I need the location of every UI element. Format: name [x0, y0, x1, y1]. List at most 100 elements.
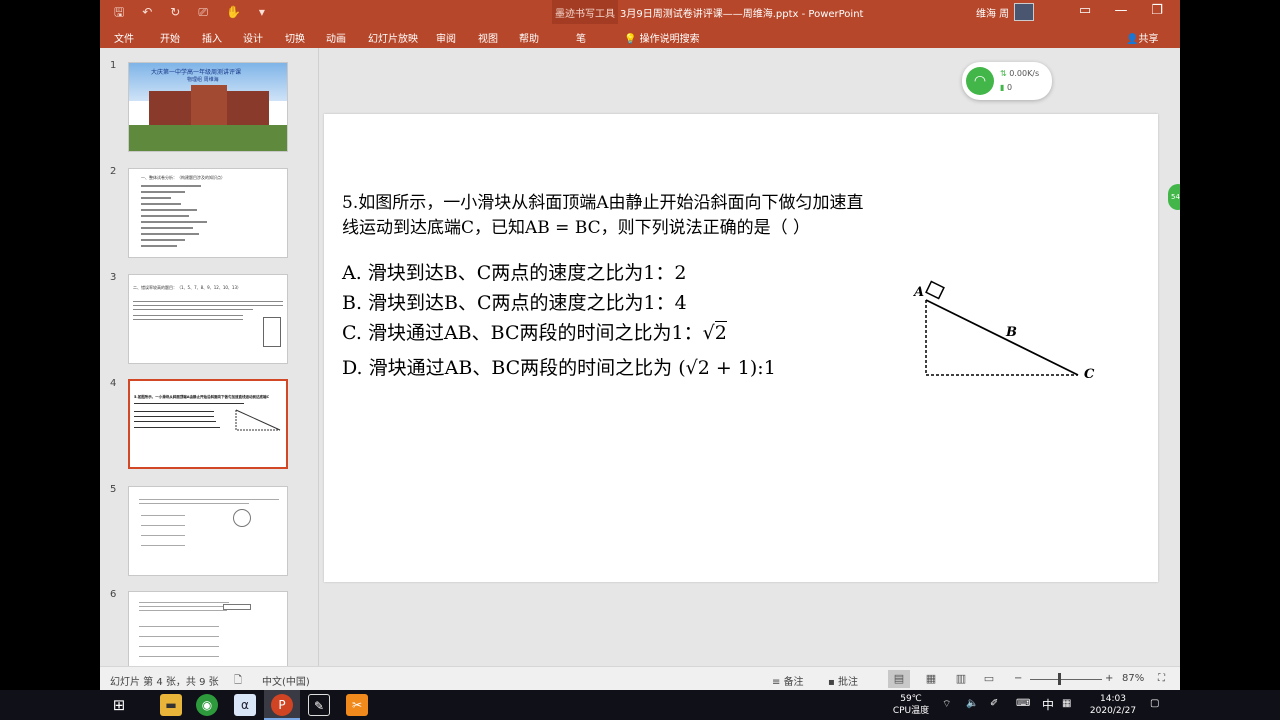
- slide-number: 1: [110, 60, 117, 71]
- thumb-title: 大庆第一中学高一年级周测讲评课: [151, 69, 242, 76]
- notes-button[interactable]: ≡ 备注: [772, 673, 804, 688]
- ribbon-tabs: 文件 开始 插入 设计 切换 动画 幻灯片放映 审阅 视图 帮助 笔 💡 操作说…: [100, 24, 1180, 48]
- comment-icon: ▪: [828, 677, 838, 688]
- tab-file[interactable]: 文件: [114, 30, 134, 45]
- lightbulb-icon: 💡: [624, 34, 640, 45]
- fit-to-window-icon[interactable]: ⛶: [1158, 673, 1165, 684]
- formula-d: (√2 + 1):1: [678, 357, 776, 379]
- tab-help[interactable]: 帮助: [519, 30, 539, 45]
- powerpoint-icon[interactable]: P: [271, 694, 293, 716]
- option-a: A. 滑块到达B、C两点的速度之比为1：2: [342, 262, 687, 284]
- tab-pen[interactable]: 笔: [576, 30, 586, 45]
- tab-design[interactable]: 设计: [243, 30, 263, 45]
- quick-access-toolbar: 🖫 ↶ ↻ ⎚ ✋ ▾: [114, 4, 265, 20]
- reading-view-icon[interactable]: ▥: [950, 670, 972, 688]
- pen-icon[interactable]: ✐: [990, 698, 998, 709]
- thumb-subtitle: 物理组 周维海: [187, 77, 219, 83]
- slide-number: 3: [110, 272, 117, 283]
- thumbnail-pane[interactable]: 1 大庆第一中学高一年级周测讲评课 物理组 周维海 2 一、整体试卷分析：（构建…: [100, 48, 318, 681]
- normal-view-icon[interactable]: ▤: [888, 670, 910, 688]
- context-tab-title: 墨迹书写工具: [555, 9, 615, 20]
- tool-app-icon[interactable]: ✂: [346, 694, 368, 716]
- document-title: 3月9日周测试卷讲评课——周维海.pptx - PowerPoint: [620, 9, 864, 20]
- powerpoint-window: 🖫 ↶ ↻ ⎚ ✋ ▾ 墨迹书写工具 3月9日周测试卷讲评课——周维海.pptx…: [100, 0, 1180, 690]
- cpu-temp[interactable]: 59℃ CPU温度: [888, 693, 934, 717]
- geometry-app-icon[interactable]: α: [234, 694, 256, 716]
- tab-slideshow[interactable]: 幻灯片放映: [368, 30, 418, 45]
- sqrt-radicand: 2: [714, 321, 727, 344]
- user-name[interactable]: 维海 周: [976, 5, 1009, 20]
- upload-speed: ⇅ 0.00K/s: [1000, 69, 1040, 78]
- comments-button[interactable]: ▪ 批注: [828, 673, 858, 688]
- tell-me-search[interactable]: 💡 操作说明搜索: [624, 30, 700, 45]
- thumb-heading: 一、整体试卷分析：（构建题目涉及的知识点）: [141, 175, 225, 180]
- label-b: B: [1005, 325, 1017, 340]
- tab-transitions[interactable]: 切换: [285, 30, 305, 45]
- tab-animations[interactable]: 动画: [326, 30, 346, 45]
- option-c: C. 滑块通过AB、BC两段的时间之比为1：√2: [342, 321, 727, 344]
- side-float-tab[interactable]: 54: [1168, 184, 1180, 210]
- slide-thumbnail-4-selected[interactable]: 5.如图所示，一小滑块从斜面顶端A由静止开始沿斜面向下做匀加速直线运动到达底端C: [128, 379, 288, 469]
- avatar[interactable]: [1014, 3, 1034, 21]
- question-line-1: 5.如图所示，一小滑块从斜面顶端A由静止开始沿斜面向下做匀加速直: [342, 193, 864, 213]
- pane-splitter[interactable]: [318, 48, 319, 666]
- label-a: A: [912, 285, 924, 300]
- minimize-button[interactable]: —: [1114, 3, 1128, 18]
- language-status[interactable]: 中文(中国): [262, 673, 310, 688]
- volume-icon[interactable]: 🔈: [966, 698, 978, 709]
- tab-view[interactable]: 视图: [478, 30, 498, 45]
- zoom-out-button[interactable]: −: [1014, 673, 1022, 684]
- tab-insert[interactable]: 插入: [202, 30, 222, 45]
- maximize-button[interactable]: ❐: [1150, 3, 1164, 18]
- zoom-slider-handle[interactable]: [1058, 673, 1061, 685]
- taskbar: ⊞ ▬ ◉ α P ✎ ✂ 59℃ CPU温度 ⌔ 🔈 ✐ ⌨ 中 ▦ 14:03…: [0, 690, 1280, 720]
- slide-counter: 幻灯片 第 4 张，共 9 张: [110, 677, 219, 688]
- sqrt-symbol: √: [702, 322, 715, 344]
- zoom-level[interactable]: 87%: [1122, 673, 1144, 684]
- notes-icon: ≡: [772, 677, 784, 688]
- wifi-icon: ◠: [966, 67, 994, 95]
- ime-grid-icon[interactable]: ▦: [1062, 698, 1071, 709]
- zoom-slider-track[interactable]: [1030, 679, 1102, 680]
- window-controls: ▭ — ❐ ✕: [1078, 3, 1180, 18]
- slide-number: 6: [110, 589, 117, 600]
- ime-indicator[interactable]: 中: [1042, 696, 1054, 713]
- network-speed-widget[interactable]: ◠ ⇅ 0.00K/s ▮ 0: [962, 62, 1052, 100]
- slide-thumbnail-1[interactable]: 大庆第一中学高一年级周测讲评课 物理组 周维海: [128, 62, 288, 152]
- undo-icon[interactable]: ↶: [142, 4, 152, 20]
- customize-qat-icon[interactable]: ▾: [259, 4, 265, 20]
- status-bar: 幻灯片 第 4 张，共 9 张 🗋 中文(中国) ≡ 备注 ▪ 批注 ▤ ▦ ▥…: [100, 666, 1180, 690]
- ink-app-icon[interactable]: ✎: [308, 694, 330, 716]
- slide-number: 2: [110, 166, 117, 177]
- option-b: B. 滑块到达B、C两点的速度之比为1：4: [342, 292, 687, 314]
- slide-thumbnail-3[interactable]: 二、错误率较高的题目：（1、5、7、8、9、12、10、13）: [128, 274, 288, 364]
- touch-mode-icon[interactable]: ✋: [226, 4, 241, 20]
- slide-thumbnail-5[interactable]: [128, 486, 288, 576]
- windows-start-icon[interactable]: ⊞: [108, 694, 130, 716]
- slide-sorter-icon[interactable]: ▦: [920, 670, 942, 688]
- battery-count: ▮ 0: [1000, 83, 1013, 92]
- accessibility-icon[interactable]: 🗋: [234, 673, 242, 690]
- ribbon-display-icon[interactable]: ▭: [1078, 3, 1092, 18]
- wifi-tray-icon[interactable]: ⌔: [942, 698, 951, 711]
- share-button[interactable]: 👤共享: [1126, 30, 1158, 45]
- option-d: D. 滑块通过AB、BC两段的时间之比为 (√2 + 1):1: [342, 357, 776, 379]
- tab-review[interactable]: 审阅: [436, 30, 456, 45]
- save-icon[interactable]: 🖫: [114, 4, 124, 20]
- file-explorer-icon[interactable]: ▬: [160, 694, 182, 716]
- redo-icon[interactable]: ↻: [170, 4, 180, 20]
- notification-icon[interactable]: ▢: [1150, 698, 1159, 709]
- keyboard-icon[interactable]: ⌨: [1016, 698, 1030, 709]
- clock[interactable]: 14:03 2020/2/27: [1086, 693, 1140, 717]
- slide-thumbnail-2[interactable]: 一、整体试卷分析：（构建题目涉及的知识点）: [128, 168, 288, 258]
- slide-number: 5: [110, 484, 117, 495]
- slide-canvas[interactable]: 5.如图所示，一小滑块从斜面顶端A由静止开始沿斜面向下做匀加速直 线运动到达底端…: [324, 114, 1158, 582]
- slideshow-view-icon[interactable]: ▭: [978, 670, 1000, 688]
- slide-number: 4: [110, 378, 117, 389]
- browser-icon[interactable]: ◉: [196, 694, 218, 716]
- person-icon: 👤: [1126, 34, 1139, 45]
- zoom-in-button[interactable]: +: [1105, 673, 1113, 684]
- present-icon[interactable]: ⎚: [198, 4, 208, 20]
- thumb-heading: 二、错误率较高的题目：（1、5、7、8、9、12、10、13）: [133, 285, 241, 290]
- tab-home[interactable]: 开始: [160, 30, 180, 45]
